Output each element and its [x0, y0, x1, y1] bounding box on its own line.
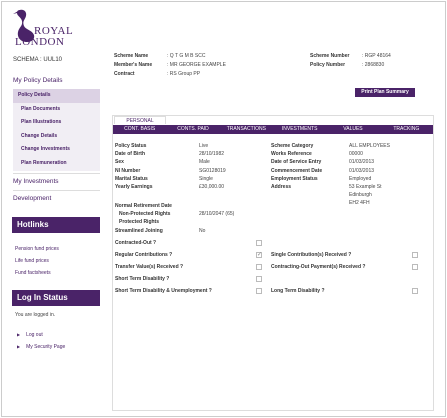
long-term-disability-checkbox[interactable] — [412, 288, 418, 294]
tab-cont-basis[interactable]: CONT. BASIS — [113, 125, 166, 134]
ni-number-label: NI Number — [115, 168, 141, 174]
marital-status-value: Single — [199, 176, 213, 182]
nav-my-investments[interactable]: My Investments — [13, 178, 59, 185]
scheme-name-value: : Q T G M B SCC — [167, 53, 206, 59]
tab-personal[interactable]: PERSONAL — [114, 116, 166, 124]
commencement-date-value: 01/03/2013 — [349, 168, 375, 174]
normal-retirement-heading: Normal Retirement Date — [115, 203, 172, 209]
address-line-1: 53 Example St — [349, 184, 382, 190]
date-of-service-entry-value: 01/03/2013 — [349, 159, 375, 165]
print-plan-summary-button[interactable]: Print Plan Summary — [355, 88, 415, 97]
logout-link-label: Log out — [26, 332, 43, 338]
hotlink-fund-factsheets[interactable]: Fund factsheets — [15, 270, 51, 276]
nav-sub-change-details[interactable]: Change Details — [13, 130, 100, 144]
nav-sub-plan-illustrations[interactable]: Plan Illustrations — [13, 116, 100, 130]
tab-bar: CONT. BASIS CONTS. PAID TRANSACTIONS INV… — [113, 125, 433, 134]
nav-development[interactable]: Development — [13, 195, 51, 202]
date-of-birth-label: Date of Birth — [115, 151, 145, 157]
marital-status-label: Marital Status — [115, 176, 148, 182]
logout-link[interactable]: ▶ Log out — [17, 332, 43, 338]
regular-contributions-label: Regular Contributions ? — [115, 252, 173, 258]
nav-sub-change-investments[interactable]: Change Investments — [13, 143, 100, 157]
date-of-service-entry-label: Date of Service Entry — [271, 159, 322, 165]
hotlink-pension-fund-prices[interactable]: Pension fund prices — [15, 246, 59, 252]
tab-tracking[interactable]: TRACKING — [380, 125, 433, 134]
nav-sub-plan-remuneration[interactable]: Plan Remuneration — [13, 157, 100, 171]
tab-transactions[interactable]: TRANSACTIONS — [220, 125, 273, 134]
tab-conts-paid[interactable]: CONTS. PAID — [166, 125, 219, 134]
scheme-name-label: Scheme Name — [114, 53, 149, 59]
login-status-title: Log In Status — [12, 290, 100, 306]
yearly-earnings-label: Yearly Earnings — [115, 184, 153, 190]
nav-sub-plan-documents[interactable]: Plan Documents — [13, 103, 100, 117]
sex-value: Male — [199, 159, 210, 165]
single-contributions-label: Single Contribution(s) Received ? — [271, 252, 352, 258]
sex-label: Sex — [115, 159, 124, 165]
address-line-2: Edinburgh — [349, 192, 372, 198]
tab-values[interactable]: VALUES — [326, 125, 379, 134]
policy-status-label: Policy Status — [115, 143, 147, 149]
non-protected-rights-label: Non-Protected Rights — [119, 211, 171, 217]
policy-number-value: : 2868830 — [362, 62, 385, 68]
commencement-date-label: Commencement Date — [271, 168, 323, 174]
triangle-bullet-icon: ▶ — [17, 344, 21, 349]
nav-policy-submenu: Policy Details Plan Documents Plan Illus… — [13, 89, 100, 171]
member-name-label: Member's Name — [114, 62, 153, 68]
contract-label: Contract — [114, 71, 135, 77]
policy-status-value: Live — [199, 143, 209, 149]
hotlinks-title: Hotlinks — [12, 217, 100, 233]
contracting-out-payments-label: Contracting-Out Payment(s) Received ? — [271, 264, 366, 270]
yearly-earnings-value: £30,000.00 — [199, 184, 225, 190]
security-page-link-label: My Security Page — [26, 344, 66, 350]
short-term-disability-unemployment-label: Short Term Disability & Unemployment ? — [115, 288, 212, 294]
contract-value: : RS Group PP — [167, 71, 201, 77]
scheme-category-value: ALL EMPLOYEES — [349, 143, 390, 149]
address-line-3: EH2 4FH — [349, 200, 370, 206]
scheme-number-value: : RGP 48164 — [362, 53, 391, 59]
ni-number-value: SG0128019 — [199, 168, 226, 174]
short-term-disability-checkbox[interactable] — [256, 276, 262, 282]
works-reference-value: 00000 — [349, 151, 363, 157]
protected-rights-label: Protected Rights — [119, 219, 160, 225]
date-of-birth-value: 28/10/1982 — [199, 151, 225, 157]
nav-my-policy-details[interactable]: My Policy Details — [13, 77, 62, 84]
employment-status-label: Employment Status — [271, 176, 318, 182]
schema-label: SCHEMA : UUL10 — [13, 57, 63, 63]
streamlined-joining-value: No — [199, 228, 206, 234]
member-name-value: : MR GEORGE EXAMPLE — [167, 62, 226, 68]
contracting-out-payments-checkbox[interactable] — [412, 264, 418, 270]
nav-sub-policy-details[interactable]: Policy Details — [13, 89, 100, 103]
short-term-disability-unemployment-checkbox[interactable] — [256, 288, 262, 294]
nav-divider — [13, 190, 100, 191]
works-reference-label: Works Reference — [271, 151, 312, 157]
scheme-number-label: Scheme Number — [310, 53, 350, 59]
address-label: Address — [271, 184, 292, 190]
login-status-message: You are logged in. — [15, 312, 56, 318]
short-term-disability-label: Short Term Disability ? — [115, 276, 170, 282]
streamlined-joining-label: Streamlined Joining — [115, 228, 163, 234]
policy-number-label: Policy Number — [310, 62, 346, 68]
single-contributions-checkbox[interactable] — [412, 252, 418, 258]
transfer-values-label: Transfer Value(s) Received ? — [115, 264, 184, 270]
employment-status-value: Employed — [349, 176, 372, 182]
hotlink-life-fund-prices[interactable]: Life fund prices — [15, 258, 49, 264]
scheme-category-label: Scheme Category — [271, 143, 314, 149]
triangle-bullet-icon: ▶ — [17, 332, 21, 337]
contracted-out-checkbox[interactable] — [256, 240, 262, 246]
tab-investments[interactable]: INVESTMENTS — [273, 125, 326, 134]
regular-contributions-checkbox[interactable] — [256, 251, 262, 258]
nav-divider — [13, 173, 100, 174]
long-term-disability-label: Long Term Disability ? — [271, 288, 325, 294]
contracted-out-label: Contracted-Out ? — [115, 240, 157, 246]
brand-line-2: LONDON — [15, 36, 65, 48]
non-protected-rights-value: 28/10/2047 (65) — [199, 211, 235, 217]
transfer-values-checkbox[interactable] — [256, 264, 262, 270]
security-page-link[interactable]: ▶ My Security Page — [17, 344, 65, 350]
